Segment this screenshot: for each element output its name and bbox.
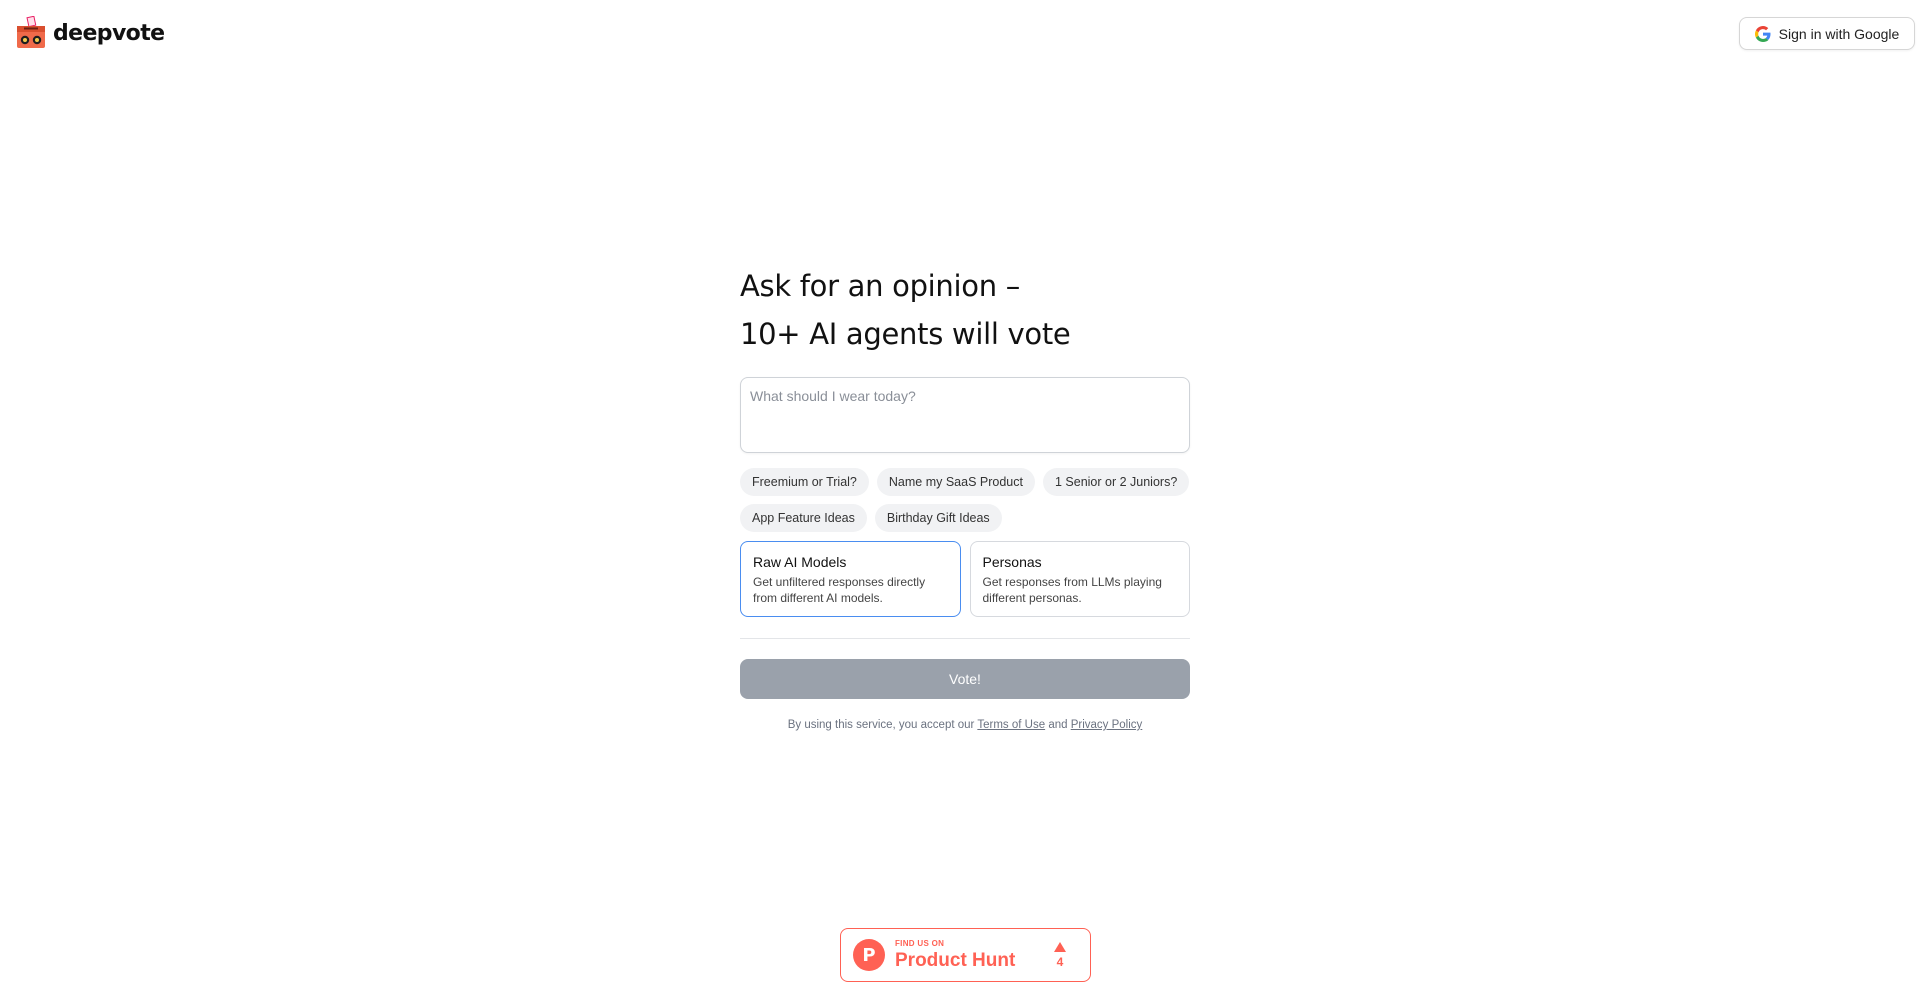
sign-in-google-button[interactable]: Sign in with Google xyxy=(1739,17,1915,50)
mode-description: Get unfiltered responses directly from d… xyxy=(753,575,926,605)
product-hunt-votes: 4 xyxy=(1054,941,1066,969)
suggestion-chip[interactable]: Freemium or Trial? xyxy=(740,468,869,496)
suggestion-chip[interactable]: App Feature Ideas xyxy=(740,504,867,532)
product-hunt-name: Product Hunt xyxy=(895,950,1016,971)
suggestion-chip[interactable]: 1 Senior or 2 Juniors? xyxy=(1042,468,1190,496)
product-hunt-badge[interactable]: P FIND US ON Product Hunt 4 xyxy=(840,928,1091,982)
mode-description: Get responses from LLMs playing differen… xyxy=(982,575,1162,605)
legal-prefix: By using this service, you accept our xyxy=(787,719,975,731)
product-hunt-small-label: FIND US ON xyxy=(895,939,945,948)
mode-title: Raw AI Models xyxy=(753,554,847,570)
terms-of-use-link[interactable]: Terms of Use xyxy=(977,719,1045,731)
suggestion-chips: Freemium or Trial? Name my SaaS Product … xyxy=(740,468,1200,532)
brand-logo[interactable]: deepvote xyxy=(15,16,165,50)
hero: Ask for an opinion – 10+ AI agents will … xyxy=(740,262,1190,358)
legal-notice: By using this service, you accept our Te… xyxy=(740,719,1190,731)
mode-option-personas[interactable]: Personas Get responses from LLMs playing… xyxy=(969,541,1190,617)
product-hunt-text: FIND US ON Product Hunt xyxy=(895,939,1016,971)
title-line-2: 10+ AI agents will vote xyxy=(740,317,1071,351)
suggestion-chip[interactable]: Name my SaaS Product xyxy=(876,468,1035,496)
upvote-arrow-icon xyxy=(1054,941,1066,952)
privacy-policy-link[interactable]: Privacy Policy xyxy=(1071,719,1143,731)
divider xyxy=(740,638,1190,639)
legal-and: and xyxy=(1048,719,1068,731)
mode-selector: Raw AI Models Get unfiltered responses d… xyxy=(740,541,1190,617)
ballot-box-icon xyxy=(17,16,45,48)
mode-title: Personas xyxy=(982,554,1042,570)
product-hunt-logo-icon: P xyxy=(853,939,885,971)
suggestion-chip[interactable]: Birthday Gift Ideas xyxy=(874,504,1002,532)
title-line-1: Ask for an opinion – xyxy=(740,269,1020,303)
vote-button[interactable]: Vote! xyxy=(740,659,1190,699)
mode-option-raw-ai-models[interactable]: Raw AI Models Get unfiltered responses d… xyxy=(740,541,961,617)
sign-in-label: Sign in with Google xyxy=(1778,25,1900,42)
google-icon xyxy=(1754,25,1771,42)
upvote-count: 4 xyxy=(1056,954,1064,969)
question-input[interactable] xyxy=(740,377,1190,453)
brand-name: deepvote xyxy=(53,20,165,46)
page-title: Ask for an opinion – 10+ AI agents will … xyxy=(740,262,1190,358)
